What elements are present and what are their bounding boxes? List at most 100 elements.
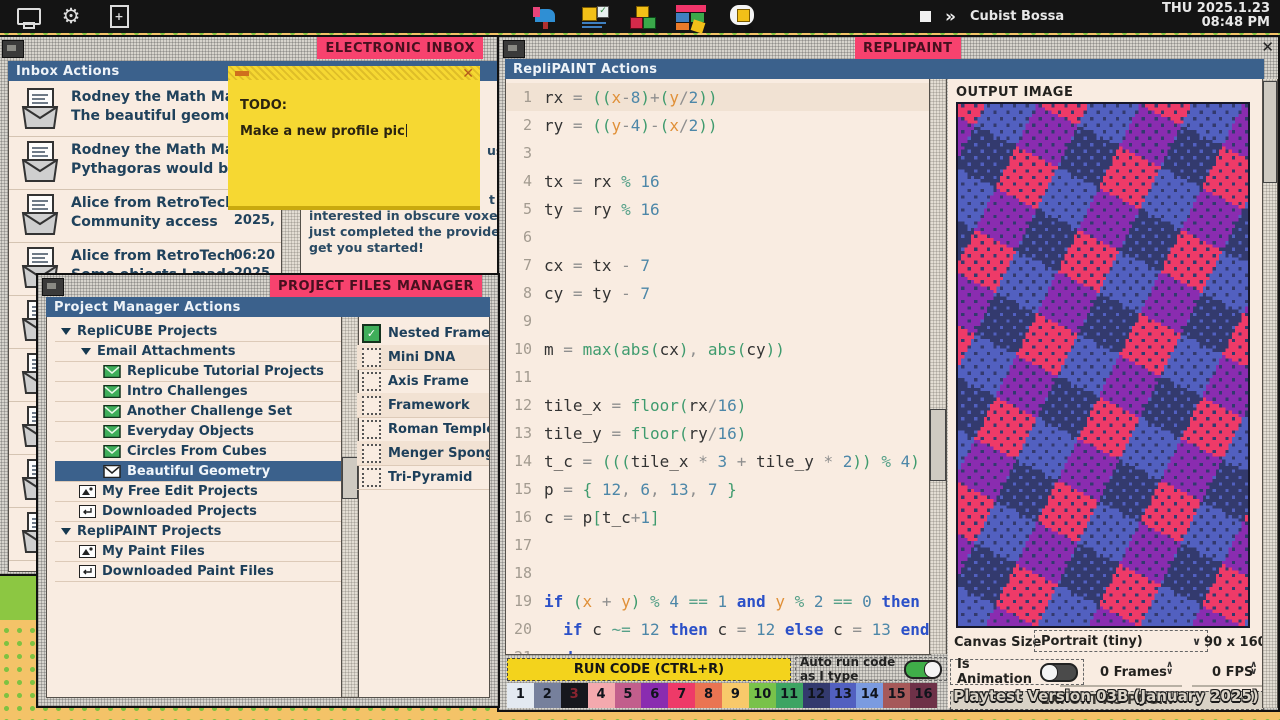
code-line-20[interactable]: 20 if c ~= 12 then c = 12 else c = 13 en… <box>506 615 930 643</box>
palette-color-6[interactable]: 6 <box>641 683 668 708</box>
palette-grid-icon[interactable] <box>674 5 710 29</box>
code-line-17[interactable]: 17 <box>506 531 930 559</box>
code-line-16[interactable]: 16c = p[t_c+1] <box>506 503 930 531</box>
paint-window-tab[interactable]: REPLIPAINT <box>855 37 961 59</box>
project-scrollbar-thumb[interactable] <box>342 457 358 499</box>
file-item-mini-dna[interactable]: Mini DNA <box>357 345 489 370</box>
tree-item-downloaded-paint-files[interactable]: Downloaded Paint Files <box>55 561 341 582</box>
project-window-tab[interactable]: PROJECT FILES MANAGER <box>270 275 482 297</box>
skip-icon[interactable]: » <box>945 7 956 27</box>
paint-scrollbar-thumb[interactable] <box>1263 81 1277 183</box>
tree-item-email-attachments[interactable]: Email Attachments <box>55 341 341 362</box>
checkbox-unchecked-icon[interactable] <box>362 348 381 367</box>
checkbox-unchecked-icon[interactable] <box>362 420 381 439</box>
file-item-roman-temple[interactable]: Roman Temple <box>357 417 489 442</box>
code-line-19[interactable]: 19if (x + y) % 4 == 1 and y % 2 == 0 the… <box>506 587 930 615</box>
code-line-11[interactable]: 11 <box>506 363 930 391</box>
checkbox-unchecked-icon[interactable] <box>362 396 381 415</box>
stop-icon[interactable] <box>920 11 931 22</box>
tree-item-everyday-objects[interactable]: Everyday Objects <box>55 421 341 442</box>
tree-item-replipaint-projects[interactable]: RepliPAINT Projects <box>55 521 341 542</box>
code-line-8[interactable]: 8cy = ty - 7 <box>506 279 930 307</box>
paint-titlebar[interactable]: REPLIPAINT ✕ <box>499 37 1278 59</box>
gear-icon[interactable]: ⚙ <box>58 5 84 29</box>
note-line-1[interactable]: TODO: <box>240 98 287 113</box>
file-item-nested-frames[interactable]: ✓Nested Frames <box>357 321 489 346</box>
code-line-1[interactable]: 1rx = ((x-8)+(y/2)) <box>506 83 930 111</box>
new-file-icon[interactable]: + <box>106 5 132 29</box>
inbox-window-tab[interactable]: ELECTRONIC INBOX <box>317 37 483 59</box>
inbox-titlebar[interactable]: ELECTRONIC INBOX <box>0 37 501 59</box>
palette-color-13[interactable]: 13 <box>830 683 857 708</box>
checkbox-unchecked-icon[interactable] <box>362 372 381 391</box>
code-scrollbar[interactable] <box>929 79 947 654</box>
code-line-3[interactable]: 3 <box>506 139 930 167</box>
paint-actions-header[interactable]: RepliPAINT Actions <box>505 59 1264 79</box>
tree-item-intro-challenges[interactable]: Intro Challenges <box>55 381 341 402</box>
window-menu-icon[interactable] <box>2 40 24 58</box>
palette-color-9[interactable]: 9 <box>722 683 749 708</box>
palette-color-16[interactable]: 16 <box>910 683 937 708</box>
fps-stepper[interactable]: ∧∨ <box>1250 662 1257 676</box>
code-line-18[interactable]: 18 <box>506 559 930 587</box>
note-line-2[interactable]: Make a new profile pic <box>240 124 407 139</box>
tree-item-another-challenge-set[interactable]: Another Challenge Set <box>55 401 341 422</box>
code-line-9[interactable]: 9 <box>506 307 930 335</box>
palette-color-7[interactable]: 7 <box>668 683 695 708</box>
computer-icon[interactable] <box>16 5 42 29</box>
palette-color-8[interactable]: 8 <box>695 683 722 708</box>
project-manager-header[interactable]: Project Manager Actions <box>46 297 490 317</box>
window-menu-icon[interactable] <box>42 278 64 296</box>
close-icon[interactable]: ✕ <box>1261 38 1274 56</box>
code-line-7[interactable]: 7cx = tx - 7 <box>506 251 930 279</box>
code-line-6[interactable]: 6 <box>506 223 930 251</box>
checkbox-checked-icon[interactable]: ✓ <box>362 324 381 343</box>
sticky-note-header[interactable] <box>228 66 480 80</box>
cube-checklist-icon[interactable]: ✓ <box>580 5 612 29</box>
checkbox-unchecked-icon[interactable] <box>362 444 381 463</box>
mailbox-icon[interactable] <box>532 5 562 29</box>
palette-color-14[interactable]: 14 <box>856 683 883 708</box>
file-item-axis-frame[interactable]: Axis Frame <box>357 369 489 394</box>
palette-color-10[interactable]: 10 <box>749 683 776 708</box>
code-line-4[interactable]: 4tx = rx % 16 <box>506 167 930 195</box>
code-editor[interactable]: 1rx = ((x-8)+(y/2))2ry = ((y-4)-(x/2))34… <box>505 79 931 655</box>
minimize-icon[interactable] <box>235 71 249 76</box>
palette-color-4[interactable]: 4 <box>588 683 615 708</box>
avatar-bot-icon[interactable] <box>726 5 760 29</box>
canvas-size-dropdown[interactable]: Portrait (tiny)∨ <box>1034 630 1208 652</box>
tree-item-beautiful-geometry[interactable]: Beautiful Geometry <box>55 461 341 482</box>
tree-item-my-paint-files[interactable]: My Paint Files <box>55 541 341 562</box>
close-icon[interactable]: ✕ <box>462 66 474 82</box>
project-titlebar[interactable]: PROJECT FILES MANAGER <box>38 275 498 297</box>
code-line-13[interactable]: 13tile_y = floor(ry/16) <box>506 419 930 447</box>
palette-color-3[interactable]: 3 <box>561 683 588 708</box>
frames-stepper[interactable]: ∧∨ <box>1166 662 1173 676</box>
file-item-tri-pyramid[interactable]: Tri-Pyramid <box>357 465 489 490</box>
file-item-menger-sponge[interactable]: Menger Sponge <box>357 441 489 466</box>
code-line-15[interactable]: 15p = { 12, 6, 13, 7 } <box>506 475 930 503</box>
code-scrollbar-thumb[interactable] <box>930 409 946 481</box>
autorun-toggle[interactable] <box>904 660 942 679</box>
window-menu-icon[interactable] <box>503 40 525 58</box>
code-line-12[interactable]: 12tile_x = floor(rx/16) <box>506 391 930 419</box>
code-line-2[interactable]: 2ry = ((y-4)-(x/2)) <box>506 111 930 139</box>
palette-color-15[interactable]: 15 <box>883 683 910 708</box>
palette-color-2[interactable]: 2 <box>534 683 561 708</box>
tree-item-my-free-edit-projects[interactable]: My Free Edit Projects <box>55 481 341 502</box>
tree-item-replicube-projects[interactable]: RepliCUBE Projects <box>55 321 341 342</box>
run-code-button[interactable]: RUN CODE (CTRL+R) <box>507 658 791 681</box>
sticky-note[interactable]: ✕ TODO: Make a new profile pic <box>228 66 480 210</box>
code-lines[interactable]: 1rx = ((x-8)+(y/2))2ry = ((y-4)-(x/2))34… <box>506 83 930 655</box>
palette-color-12[interactable]: 12 <box>803 683 830 708</box>
checkbox-unchecked-icon[interactable] <box>362 468 381 487</box>
is-animation-toggle[interactable] <box>1040 663 1078 682</box>
tree-item-downloaded-projects[interactable]: Downloaded Projects <box>55 501 341 522</box>
code-line-21[interactable]: 21end <box>506 643 930 655</box>
file-item-framework[interactable]: Framework <box>357 393 489 418</box>
palette-color-1[interactable]: 1 <box>507 683 534 708</box>
tree-item-replicube-tutorial-projects[interactable]: Replicube Tutorial Projects <box>55 361 341 382</box>
palette-color-11[interactable]: 11 <box>776 683 803 708</box>
paint-scrollbar[interactable] <box>1262 79 1278 708</box>
code-line-14[interactable]: 14t_c = (((tile_x * 3 + tile_y * 2)) % 4… <box>506 447 930 475</box>
